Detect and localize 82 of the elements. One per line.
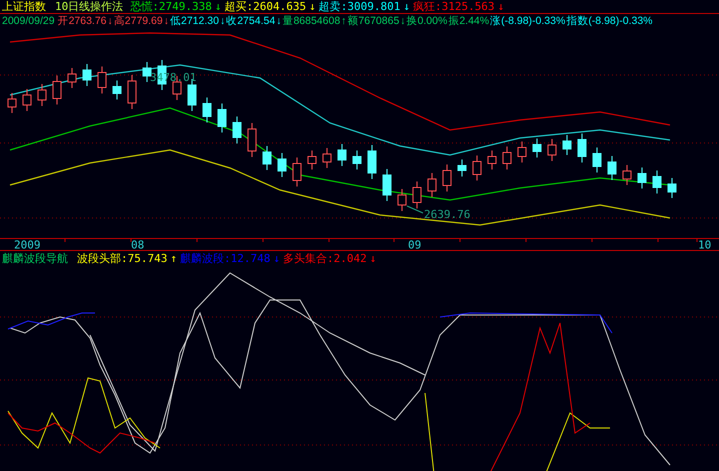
candle <box>592 147 602 173</box>
indicator-name: 麒麟波段导航 <box>2 250 68 266</box>
trend-arrow: ↑ <box>170 252 177 264</box>
trend-arrow: ↓ <box>164 15 169 27</box>
time-axis-label: 2009 <box>14 238 40 251</box>
trend-arrow: ↓ <box>108 15 113 27</box>
level-value: 超买:2604.635 <box>224 0 306 14</box>
candle <box>412 181 422 209</box>
candle <box>668 178 676 198</box>
quote-value: 收2754.54 <box>226 14 276 28</box>
candle <box>248 122 256 158</box>
candle <box>202 97 212 123</box>
quote-value: 额7670865 <box>347 14 400 28</box>
candle <box>442 164 452 192</box>
candle <box>652 170 662 194</box>
candle <box>232 116 242 144</box>
candle <box>368 144 376 180</box>
indicator-value: 多头集合:2.042 <box>282 250 367 266</box>
candle <box>142 62 152 82</box>
candle <box>458 159 466 177</box>
candle <box>68 68 76 88</box>
candle <box>38 84 46 106</box>
trend-arrow: ↓ <box>400 15 406 27</box>
trend-arrow: ↓ <box>276 15 282 27</box>
candle <box>608 156 616 180</box>
candle <box>82 64 92 86</box>
method-name: 10日线操作法 <box>55 0 124 14</box>
candle <box>98 66 106 94</box>
candle <box>428 172 436 198</box>
trend-arrow: ↓ <box>403 0 410 13</box>
trend-arrow: ↓ <box>498 0 504 13</box>
candle <box>472 155 482 181</box>
candle <box>562 134 572 156</box>
candle <box>22 88 32 112</box>
candle <box>548 138 556 162</box>
quote-value: 振2.44% <box>448 14 490 28</box>
quote-value: 低2712.30 <box>170 14 219 28</box>
candle <box>128 74 136 110</box>
candle <box>218 103 226 133</box>
candle <box>292 157 302 187</box>
candle <box>52 75 62 105</box>
trend-arrow: ↓ <box>214 0 222 13</box>
quote-value: 换0.00% <box>406 14 448 28</box>
candle <box>622 164 632 186</box>
candle <box>578 133 586 163</box>
quote-value: 高2779.69 <box>114 14 163 28</box>
candle <box>488 150 496 170</box>
trend-arrow: ↓ <box>309 0 316 13</box>
quote-value: 涨(-8.98)-0.33% <box>490 14 566 28</box>
trend-arrow: ↓ <box>273 252 280 264</box>
level-value: 恐慌:2749.338 <box>130 0 212 14</box>
candle <box>532 138 542 158</box>
level-value: 超卖:3009.801 <box>318 0 400 14</box>
candle <box>308 150 316 170</box>
date-text: 2009/09/29 <box>2 15 55 27</box>
candle <box>8 92 16 114</box>
candle <box>638 167 646 189</box>
time-axis-label: 08 <box>131 238 144 251</box>
quote-value: 指数(-8.98)-0.33% <box>566 14 653 28</box>
time-axis-label: 10 <box>698 238 712 251</box>
index-name: 上证指数 <box>2 0 46 14</box>
candle <box>322 148 332 168</box>
candle <box>382 168 392 202</box>
level-value: 疯狂:3125.563 <box>412 0 495 14</box>
low-price-label: 2639.76 <box>424 208 470 221</box>
candle <box>112 80 122 100</box>
candle <box>518 141 526 163</box>
time-axis-label: 09 <box>408 238 422 251</box>
quote-value: 开2763.76 <box>58 14 107 28</box>
indicator-value: 麒麟波段:12.748 <box>180 250 270 266</box>
trend-arrow: ↓ <box>220 15 226 27</box>
leader-line <box>406 206 424 214</box>
candle <box>338 144 346 166</box>
candle <box>262 146 272 170</box>
trend-arrow: ↓ <box>370 252 376 264</box>
candle <box>352 150 362 170</box>
quote-value: 量86854608 <box>282 14 340 28</box>
trend-arrow: ↑ <box>341 15 346 27</box>
indicator-value: 波段头部:75.743 <box>77 250 168 266</box>
candle <box>502 146 512 170</box>
candle <box>278 152 286 178</box>
candle <box>398 188 406 212</box>
